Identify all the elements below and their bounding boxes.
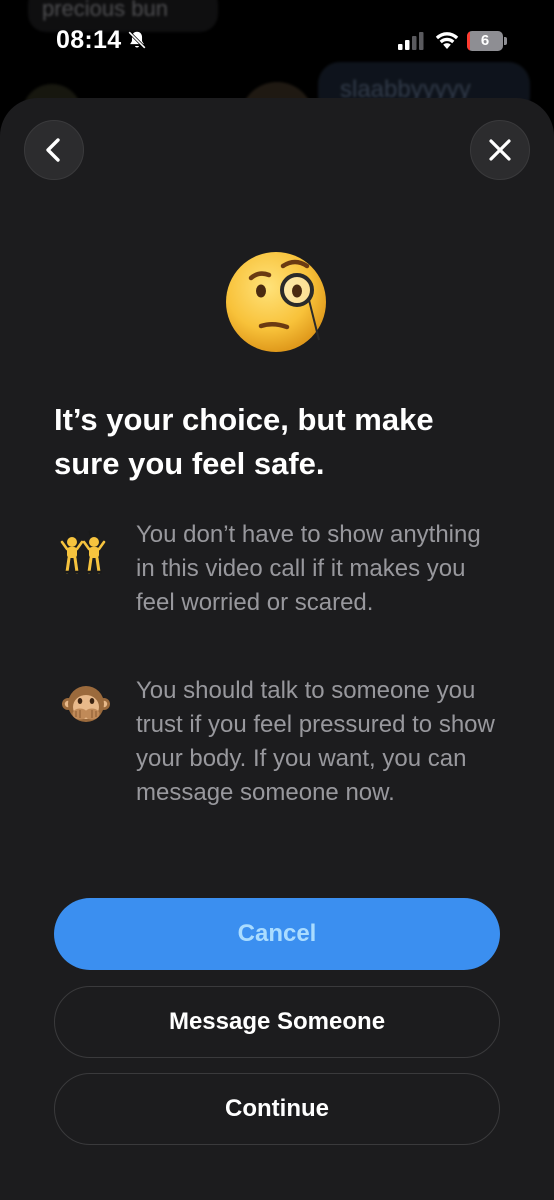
message-someone-button[interactable]: Message Someone xyxy=(54,986,500,1058)
face-with-monocle-icon xyxy=(226,252,326,352)
bell-slash-icon xyxy=(128,31,146,49)
chevron-left-icon xyxy=(46,138,60,162)
close-button[interactable] xyxy=(470,120,530,180)
back-button[interactable] xyxy=(24,120,84,180)
status-bar: 08:14 6 xyxy=(0,0,554,84)
info-item-text: You should talk to someone you trust if … xyxy=(136,677,495,806)
close-icon xyxy=(489,139,511,161)
battery-level-text: 6 xyxy=(480,32,490,49)
cellular-signal-icon xyxy=(398,32,424,50)
battery-body: 6 xyxy=(467,31,503,51)
wifi-icon xyxy=(435,32,459,49)
battery-indicator: 6 xyxy=(467,31,507,51)
speak-no-evil-monkey-icon xyxy=(62,686,110,722)
safety-sheet: It’s your choice, but make sure you feel… xyxy=(0,98,554,1200)
cancel-button[interactable]: Cancel xyxy=(54,898,500,970)
screen: precious bun slaabbyyyyy 08:14 6 It’s yo… xyxy=(0,0,554,1200)
people-with-bunny-ears-icon xyxy=(60,530,106,574)
battery-cap xyxy=(504,37,507,45)
info-item-text: You don’t have to show anything in this … xyxy=(136,521,481,616)
continue-button[interactable]: Continue xyxy=(54,1073,500,1145)
status-time: 08:14 xyxy=(56,26,122,54)
sheet-heading: It’s your choice, but make sure you feel… xyxy=(54,402,434,481)
